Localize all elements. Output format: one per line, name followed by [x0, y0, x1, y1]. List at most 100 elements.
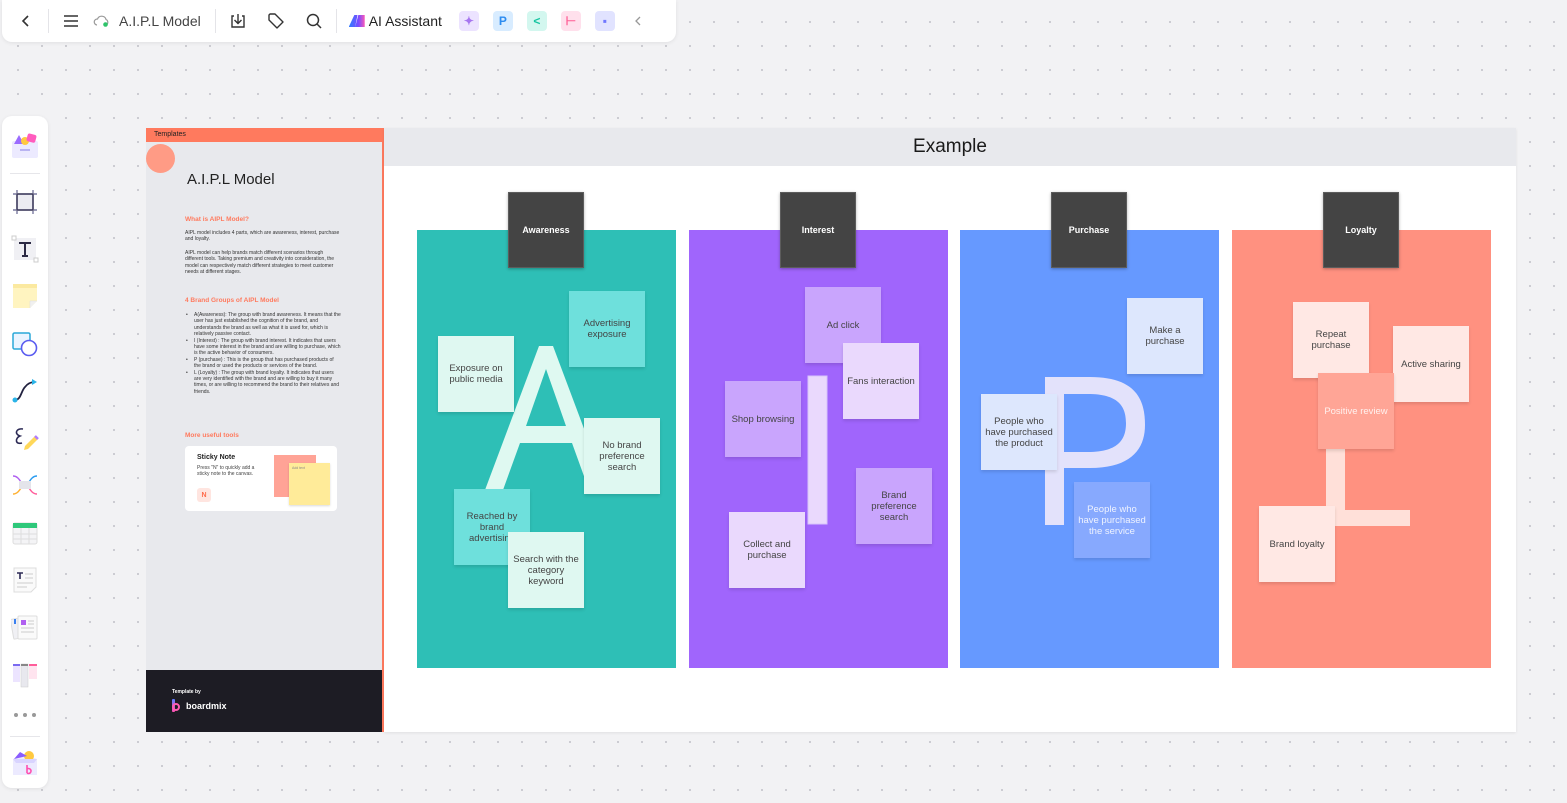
collapse-toolbar-button[interactable] — [624, 7, 652, 35]
frame-tool-icon — [13, 189, 37, 214]
example-title: Example — [913, 136, 987, 157]
sticky-note[interactable]: Collect and purchase — [729, 512, 805, 588]
document-title[interactable]: A.I.P.L Model — [93, 13, 201, 29]
kanban-tool[interactable] — [8, 658, 42, 691]
example-board: Example Awareness Advertising exposure Exp… — [384, 128, 1516, 732]
template-footer: Template by boardmix — [146, 670, 382, 732]
mindmap-icon[interactable]: < — [526, 11, 547, 31]
chevron-left-icon — [634, 16, 641, 26]
sticky-note-tool-icon — [13, 284, 37, 309]
hamburger-menu-icon — [64, 15, 78, 27]
document-tool-icon — [13, 567, 37, 593]
list-item: I (Interest) : The group with brand inte… — [185, 338, 341, 357]
sticky-note-text: Brand preference search — [871, 489, 917, 523]
download-button[interactable] — [224, 7, 252, 35]
chevron-left-icon — [21, 15, 29, 27]
brand-groups-list: A(Awareness): The group with brand aware… — [185, 312, 341, 395]
sticky-note[interactable]: Search with the category keyword — [508, 532, 584, 608]
section-paragraph: AIPL model includes 4 parts, which are a… — [185, 230, 340, 243]
cards-tool-icon — [11, 615, 38, 640]
back-button[interactable] — [12, 7, 40, 35]
mindmap-tool-icon — [12, 475, 38, 496]
table-tool-icon — [12, 522, 38, 545]
decorative-circle — [146, 144, 175, 173]
stage-label-interest[interactable]: Interest — [780, 192, 856, 268]
sticky-note[interactable]: Fans interaction — [843, 343, 919, 419]
app-shortcuts: ✦ P < ⊢ ▪ — [452, 11, 622, 31]
sticky-note-text: Active sharing — [1401, 358, 1461, 370]
ai-assistant-button[interactable]: AI Assistant — [348, 13, 442, 29]
sticky-note[interactable]: Repeat purchase — [1293, 302, 1369, 378]
plugins-box-icon — [13, 751, 37, 776]
sticky-note-tool[interactable] — [8, 280, 42, 313]
top-toolbar: A.I.P.L Model AI Assistant ✦ P < ⊢ ▪ — [2, 0, 676, 42]
stage-label-awareness[interactable]: Awareness — [508, 192, 584, 268]
cloud-synced-icon — [93, 15, 109, 27]
presentation-icon[interactable]: P — [492, 11, 513, 31]
template-by-label: Template by — [172, 689, 201, 695]
sticky-note-text: Search with the category keyword — [513, 553, 579, 587]
sticky-note[interactable]: Active sharing — [1393, 326, 1469, 402]
flowchart-icon[interactable]: ⊢ — [560, 11, 581, 31]
column-purchase: Purchase Make a purchase People who have p… — [960, 192, 1219, 668]
kanban-tool-icon — [13, 663, 37, 687]
sticky-note[interactable]: Advertising exposure — [569, 291, 645, 367]
sticky-note[interactable]: Make a purchase — [1127, 298, 1203, 374]
document-title-text: A.I.P.L Model — [119, 13, 201, 29]
stage-label-loyalty[interactable]: Loyalty — [1323, 192, 1399, 268]
templates-header: Templates — [146, 128, 382, 142]
table-tool[interactable] — [8, 516, 42, 549]
sticky-note-text: Positive review — [1324, 405, 1388, 417]
list-item: L (Loyalty) : The group with brand loyal… — [185, 370, 341, 396]
sticky-note[interactable]: No brand preference search — [584, 418, 660, 494]
column-loyalty: Loyalty Repeat purchase Active sharing Posi… — [1232, 192, 1491, 668]
tool-card-title: Sticky Note — [197, 454, 236, 461]
pen-tool[interactable] — [8, 422, 42, 455]
list-item: P (purchase) : This is the group that ha… — [185, 357, 341, 370]
document-tool[interactable] — [8, 563, 42, 596]
section-paragraph: AIPL model can help brands match differe… — [185, 250, 335, 276]
ai-assistant-icon — [348, 15, 365, 27]
main-menu-button[interactable] — [57, 7, 85, 35]
divider — [10, 735, 40, 737]
sticky-note[interactable]: People who have purchased the service — [1074, 482, 1150, 558]
cards-tool[interactable] — [8, 611, 42, 644]
sticky-note[interactable]: Exposure on public media — [438, 336, 514, 412]
stage-label-purchase[interactable]: Purchase — [1051, 192, 1127, 268]
connector-tool-icon — [12, 378, 37, 403]
tag-button[interactable] — [262, 7, 290, 35]
text-tool[interactable] — [8, 233, 42, 266]
frame-tool[interactable] — [8, 185, 42, 218]
pen-tool-icon — [15, 428, 39, 451]
mindmap-tool[interactable] — [8, 469, 42, 502]
sticky-note-text: Collect and purchase — [743, 539, 791, 561]
sticky-note[interactable]: Shop browsing — [725, 381, 801, 457]
column-awareness: Awareness Advertising exposure Exposure on… — [417, 192, 676, 668]
example-header: Example — [384, 128, 1516, 166]
ai-image-icon[interactable]: ✦ — [458, 11, 479, 31]
sticky-note[interactable]: Positive review — [1318, 373, 1394, 449]
divider — [335, 9, 337, 33]
sticky-note[interactable]: Brand preference search — [856, 468, 932, 544]
connector-tool[interactable] — [8, 374, 42, 407]
sticky-note-text: Exposure on public media — [449, 363, 503, 385]
shape-tool[interactable] — [8, 327, 42, 360]
templates-tool[interactable] — [8, 129, 42, 162]
sticky-note-text: People who have purchased the product — [985, 415, 1053, 449]
divider — [214, 9, 216, 33]
boardmix-brand: boardmix — [172, 699, 227, 712]
sticky-note-text: Shop browsing — [731, 413, 795, 425]
plugins-button[interactable] — [8, 748, 42, 781]
sticky-note[interactable]: Brand loyalty — [1259, 506, 1335, 582]
sticky-note-tool-card[interactable]: Sticky Note Press "N" to quickly add a s… — [185, 446, 337, 511]
boardmix-logo-icon — [172, 699, 181, 712]
sticky-note[interactable]: People who have purchased the product — [981, 394, 1057, 470]
sticky-note-illustration: Add text — [289, 463, 330, 505]
chat-icon[interactable]: ▪ — [594, 11, 615, 31]
search-button[interactable] — [300, 7, 328, 35]
more-tools-button[interactable] — [8, 705, 42, 725]
sticky-note-text: Brand loyalty — [1269, 538, 1325, 550]
shape-tool-icon — [12, 331, 38, 356]
sticky-note-text: People who have purchased the service — [1078, 503, 1146, 537]
divider — [48, 9, 49, 33]
